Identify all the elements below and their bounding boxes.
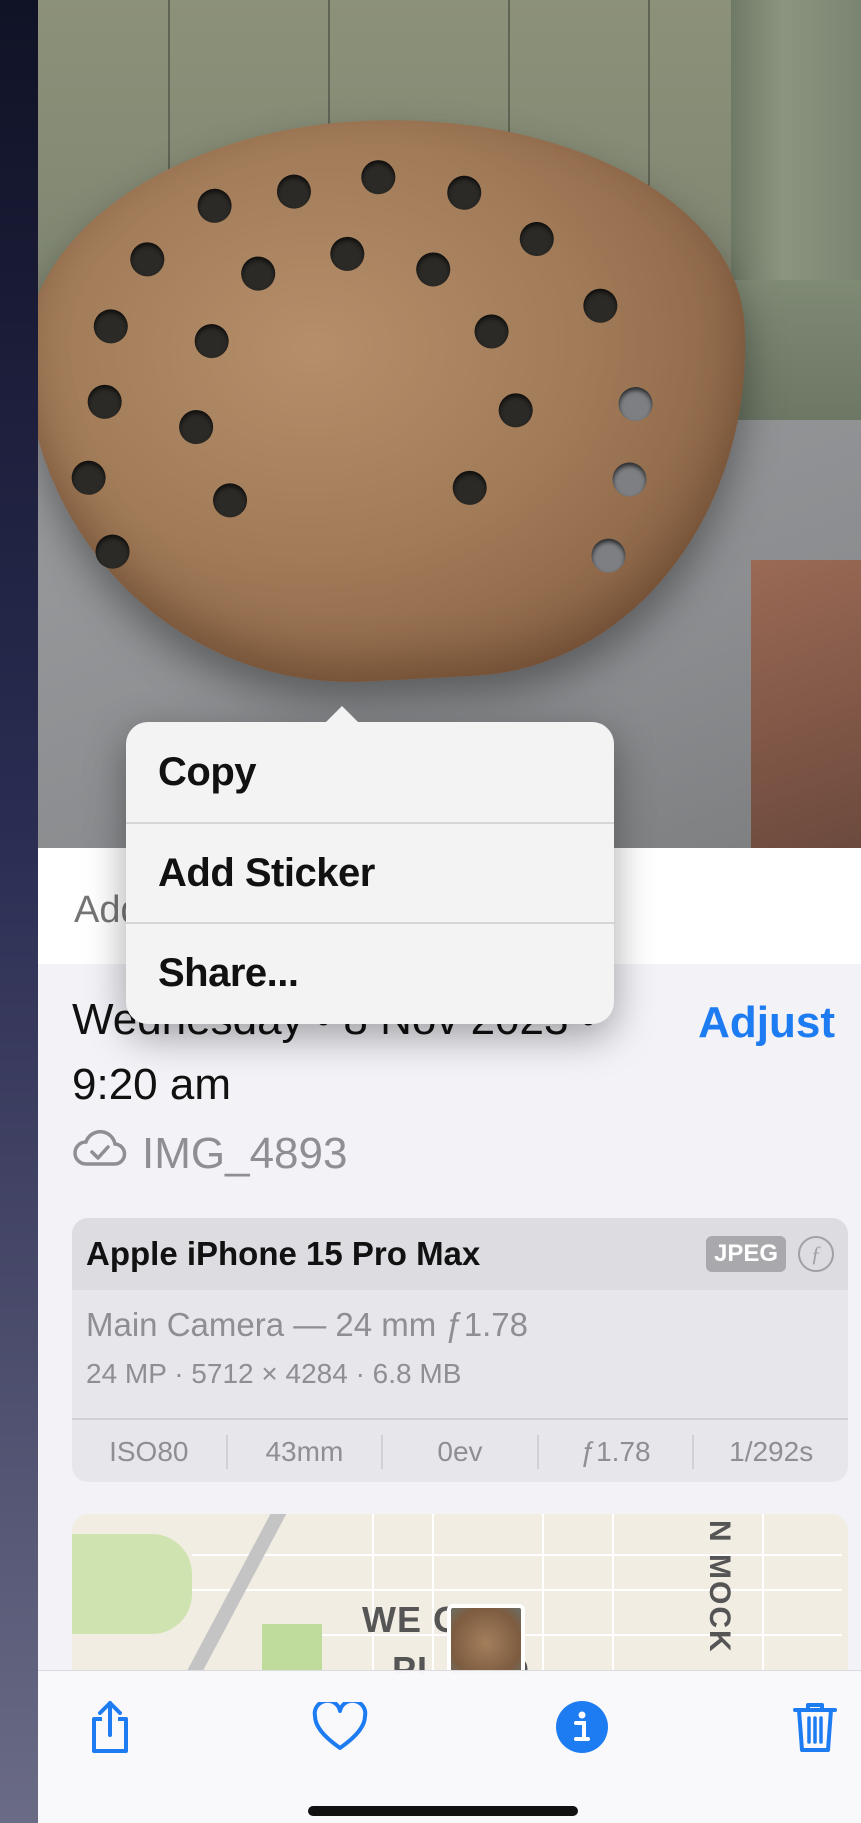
brick-path — [751, 560, 861, 848]
menu-item-copy[interactable]: Copy — [126, 722, 614, 822]
photo-time: 9:20 am — [72, 1060, 231, 1109]
seat-hole — [415, 251, 452, 288]
popup-arrow — [324, 706, 360, 724]
info-icon — [555, 1700, 609, 1759]
map-street — [612, 1514, 614, 1674]
seat-hole — [92, 308, 129, 345]
filename-row: IMG_4893 — [72, 1128, 347, 1179]
card-header: Apple iPhone 15 Pro Max JPEG ƒ — [72, 1218, 848, 1290]
share-icon — [86, 1699, 134, 1760]
trash-icon — [792, 1700, 838, 1759]
stat-aperture: ƒ1.78 — [539, 1435, 695, 1469]
map-street — [372, 1514, 374, 1674]
photo-viewer[interactable] — [38, 0, 861, 848]
format-badge: JPEG — [705, 1236, 786, 1272]
adjust-date-button[interactable]: Adjust — [698, 998, 835, 1048]
map-photo-pin[interactable] — [447, 1604, 525, 1674]
location-map[interactable]: WE OOD PL AND N MOCK — [72, 1514, 848, 1674]
seat-hole — [617, 386, 654, 422]
seat-hole — [360, 159, 397, 196]
bottom-toolbar — [38, 1670, 861, 1823]
share-button[interactable] — [78, 1697, 142, 1761]
info-button[interactable] — [550, 1697, 614, 1761]
exposure-stats: ISO80 43mm 0ev ƒ1.78 1/292s — [72, 1418, 848, 1482]
seat-hole — [70, 459, 107, 496]
map-street — [192, 1554, 842, 1556]
aperture-f-icon: ƒ — [798, 1236, 834, 1272]
context-menu: Copy Add Sticker Share... — [126, 706, 614, 1024]
image-specs: 24 MP · 5712 × 4284 · 6.8 MB — [86, 1358, 462, 1389]
stat-exposure-bias: 0ev — [383, 1435, 539, 1469]
photo-detail-screen: Copy Add Sticker Share... Wednesday • 8 … — [38, 0, 861, 1823]
heart-icon — [312, 1698, 368, 1757]
seat-hole — [193, 323, 230, 360]
lens-info: Main Camera — 24 mm ƒ1.78 — [86, 1306, 529, 1343]
seat-hole — [473, 313, 510, 350]
seat-hole — [497, 392, 534, 429]
map-park — [262, 1624, 322, 1674]
seat-hole — [446, 174, 483, 211]
stat-shutter: 1/292s — [729, 1436, 814, 1467]
seat-hole — [178, 409, 215, 445]
seat-hole — [276, 173, 312, 210]
seat-hole — [611, 461, 648, 498]
stat-focal-length: 43mm — [228, 1435, 384, 1469]
menu-item-share[interactable]: Share... — [126, 922, 614, 1022]
delete-button[interactable] — [783, 1697, 847, 1761]
seat-hole — [240, 255, 277, 292]
map-street — [762, 1514, 764, 1674]
seat-hole — [94, 533, 131, 570]
menu-item-add-sticker[interactable]: Add Sticker — [126, 822, 614, 922]
seat-hole — [86, 383, 123, 420]
stat-iso: ISO80 — [72, 1435, 228, 1469]
camera-info-card[interactable]: Apple iPhone 15 Pro Max JPEG ƒ Main Came… — [72, 1218, 848, 1482]
seat-hole — [196, 187, 233, 224]
filename: IMG_4893 — [142, 1128, 348, 1178]
seat-hole — [582, 287, 619, 324]
map-park — [72, 1534, 192, 1634]
map-street — [192, 1589, 842, 1591]
map-street — [542, 1514, 544, 1674]
device-name: Apple iPhone 15 Pro Max — [86, 1235, 481, 1272]
seat-hole — [451, 469, 488, 506]
seat-hole — [590, 537, 627, 574]
seat-hole — [329, 236, 366, 272]
home-indicator[interactable] — [308, 1806, 578, 1816]
cloud-check-icon — [72, 1128, 142, 1179]
seat-hole — [518, 221, 555, 257]
favorite-button[interactable] — [308, 1697, 372, 1761]
map-street-label: N MOCK — [703, 1520, 736, 1654]
seat-hole — [129, 241, 166, 278]
seat-hole — [212, 482, 248, 519]
